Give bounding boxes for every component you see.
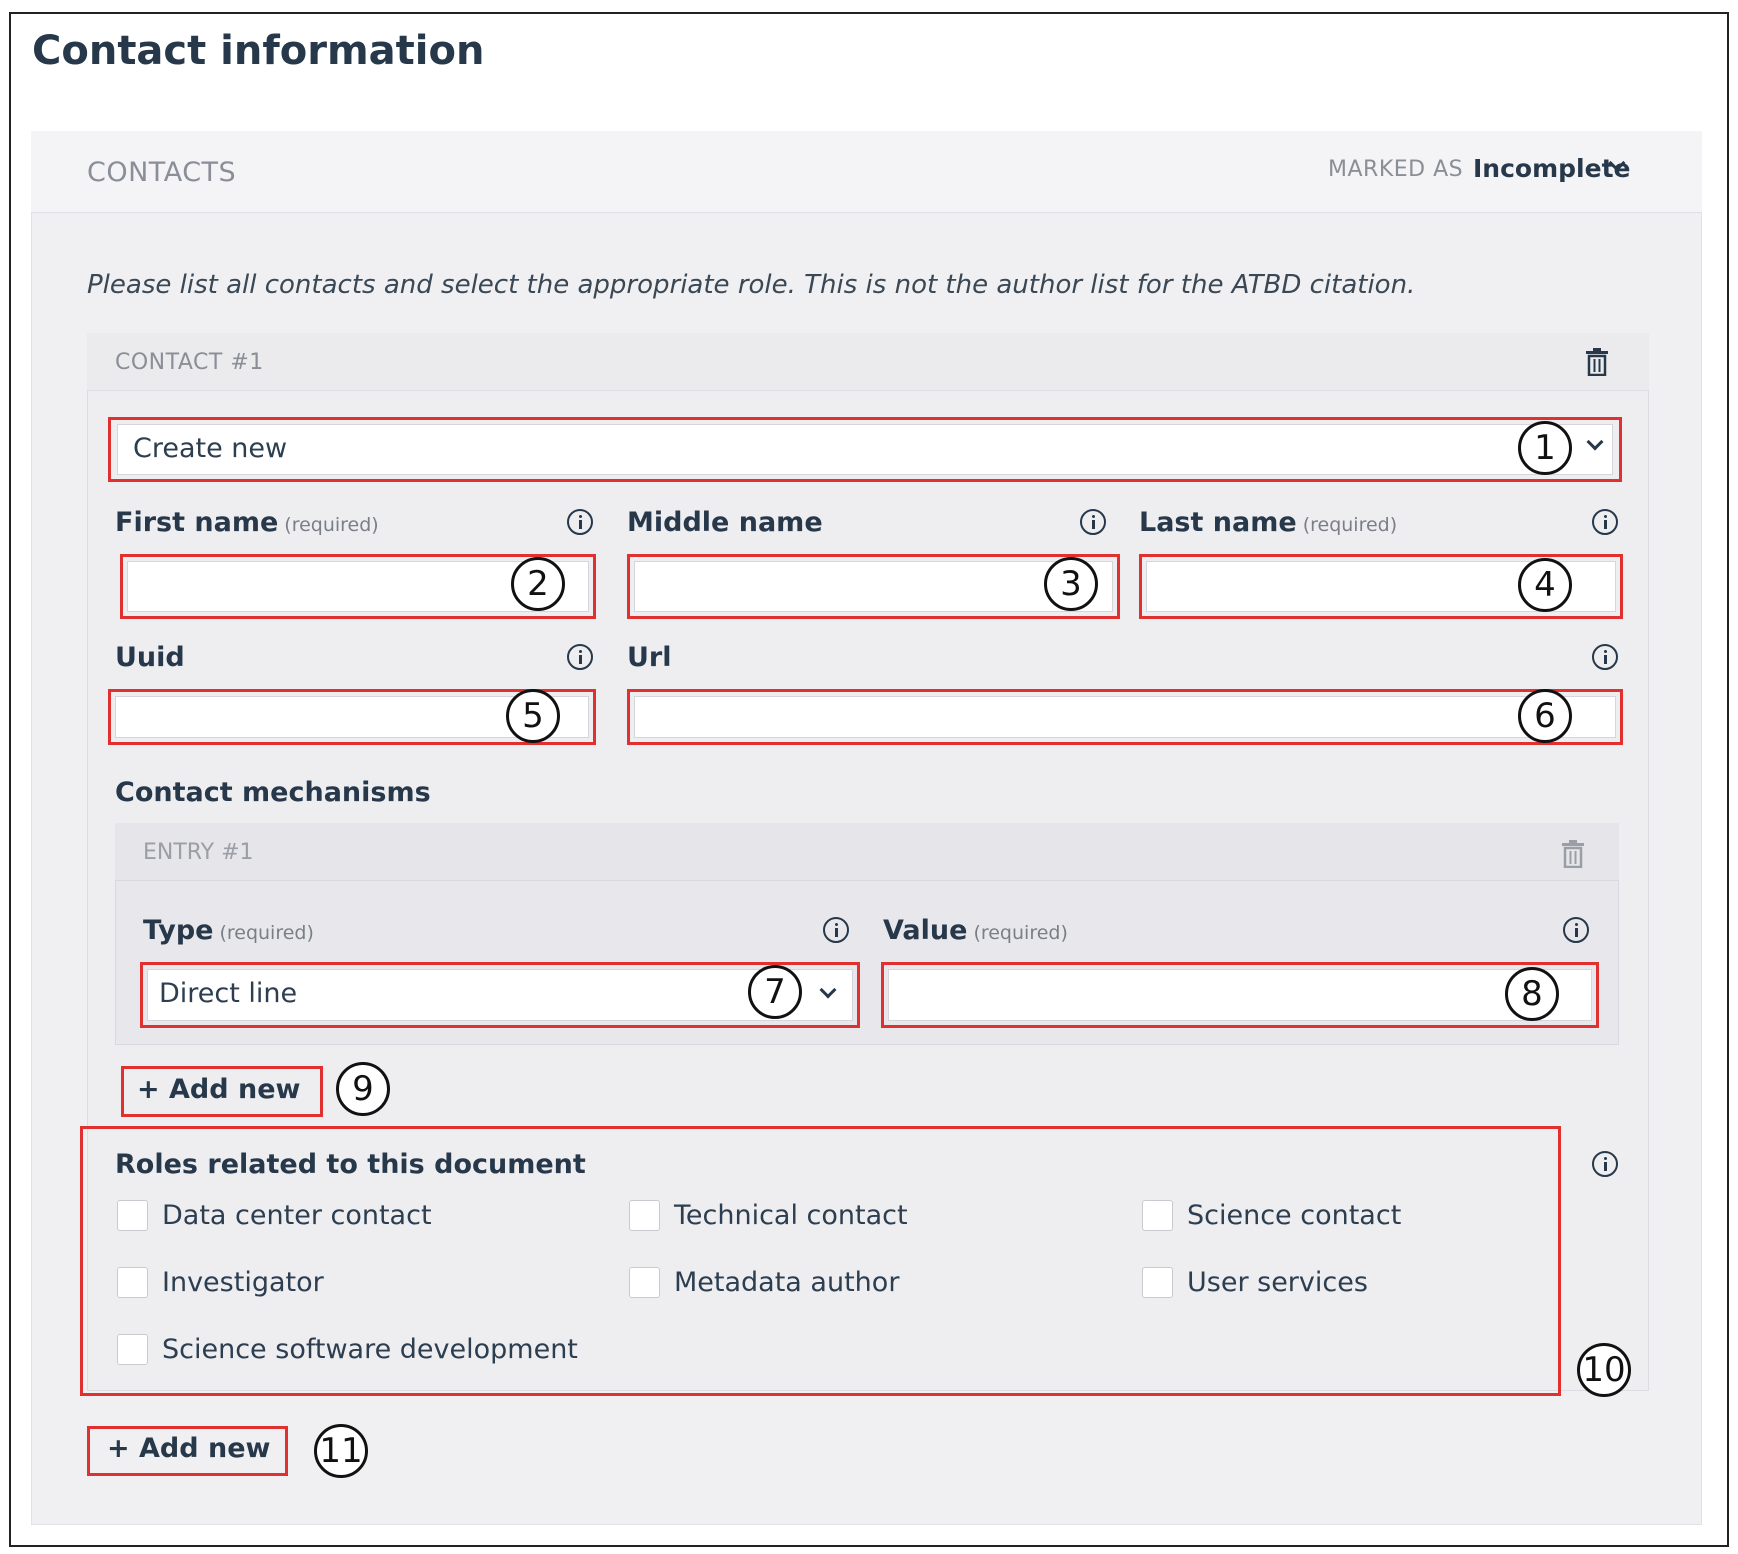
callout-number-10: 10 <box>1577 1343 1631 1397</box>
role-label-user-services: User services <box>1187 1267 1368 1298</box>
info-icon[interactable] <box>1592 1151 1618 1177</box>
callout-number-3: 3 <box>1044 557 1098 611</box>
middle-name-input[interactable] <box>634 561 1113 612</box>
contact-select-value: Create new <box>133 433 288 464</box>
role-label-metadata-author: Metadata author <box>674 1267 900 1298</box>
entry-label: ENTRY #1 <box>143 840 254 865</box>
page-title: Contact information <box>32 28 485 74</box>
role-label-data-center: Data center contact <box>162 1200 432 1231</box>
callout-number-6: 6 <box>1518 689 1572 743</box>
role-checkbox-metadata-author[interactable] <box>629 1267 660 1298</box>
role-label-technical: Technical contact <box>674 1200 908 1231</box>
info-icon[interactable] <box>1563 917 1589 943</box>
roles-title: Roles related to this document <box>115 1149 586 1180</box>
contact-select[interactable] <box>117 424 1613 475</box>
role-label-science: Science contact <box>1187 1200 1402 1231</box>
type-label: Type (required) <box>143 915 314 946</box>
callout-number-11: 11 <box>314 1424 368 1478</box>
role-checkbox-user-services[interactable] <box>1142 1267 1173 1298</box>
first-name-label: First name (required) <box>115 507 379 538</box>
role-label-investigator: Investigator <box>162 1267 324 1298</box>
value-input[interactable] <box>888 969 1592 1021</box>
info-icon[interactable] <box>567 509 593 535</box>
marked-as-label: MARKED AS <box>1328 157 1464 182</box>
role-checkbox-science[interactable] <box>1142 1200 1173 1231</box>
contact-panel-header <box>87 333 1649 391</box>
role-checkbox-science-software[interactable] <box>117 1334 148 1365</box>
url-label: Url <box>627 642 672 673</box>
info-icon[interactable] <box>567 644 593 670</box>
callout-number-8: 8 <box>1505 967 1559 1021</box>
value-label: Value (required) <box>883 915 1068 946</box>
plus-icon: + <box>107 1433 130 1464</box>
info-icon[interactable] <box>823 917 849 943</box>
trash-icon[interactable] <box>1561 840 1585 868</box>
status-dropdown[interactable]: Incomplete <box>1473 154 1630 183</box>
url-input[interactable] <box>634 696 1616 738</box>
role-checkbox-investigator[interactable] <box>117 1267 148 1298</box>
mechanism-entry-header <box>115 823 1619 881</box>
callout-number-5: 5 <box>506 689 560 743</box>
info-icon[interactable] <box>1080 509 1106 535</box>
role-label-science-software: Science software development <box>162 1334 578 1365</box>
contact-label: CONTACT #1 <box>115 350 264 375</box>
info-icon[interactable] <box>1592 644 1618 670</box>
callout-number-9: 9 <box>336 1062 390 1116</box>
section-label: CONTACTS <box>87 157 237 188</box>
intro-text: Please list all contacts and select the … <box>87 270 1416 300</box>
callout-number-7: 7 <box>748 965 802 1019</box>
add-mechanism-button[interactable]: + Add new <box>137 1074 300 1105</box>
plus-icon: + <box>137 1074 160 1105</box>
callout-number-2: 2 <box>511 557 565 611</box>
trash-icon[interactable] <box>1585 348 1609 376</box>
callout-number-4: 4 <box>1518 558 1572 612</box>
uuid-label: Uuid <box>115 642 185 673</box>
info-icon[interactable] <box>1592 509 1618 535</box>
role-checkbox-data-center[interactable] <box>117 1200 148 1231</box>
contact-mechanisms-title: Contact mechanisms <box>115 777 431 808</box>
middle-name-label: Middle name <box>627 507 823 538</box>
role-checkbox-technical[interactable] <box>629 1200 660 1231</box>
last-name-label: Last name (required) <box>1139 507 1398 538</box>
callout-number-1: 1 <box>1518 421 1572 475</box>
type-select-value: Direct line <box>159 978 298 1009</box>
add-contact-button[interactable]: + Add new <box>107 1433 270 1464</box>
